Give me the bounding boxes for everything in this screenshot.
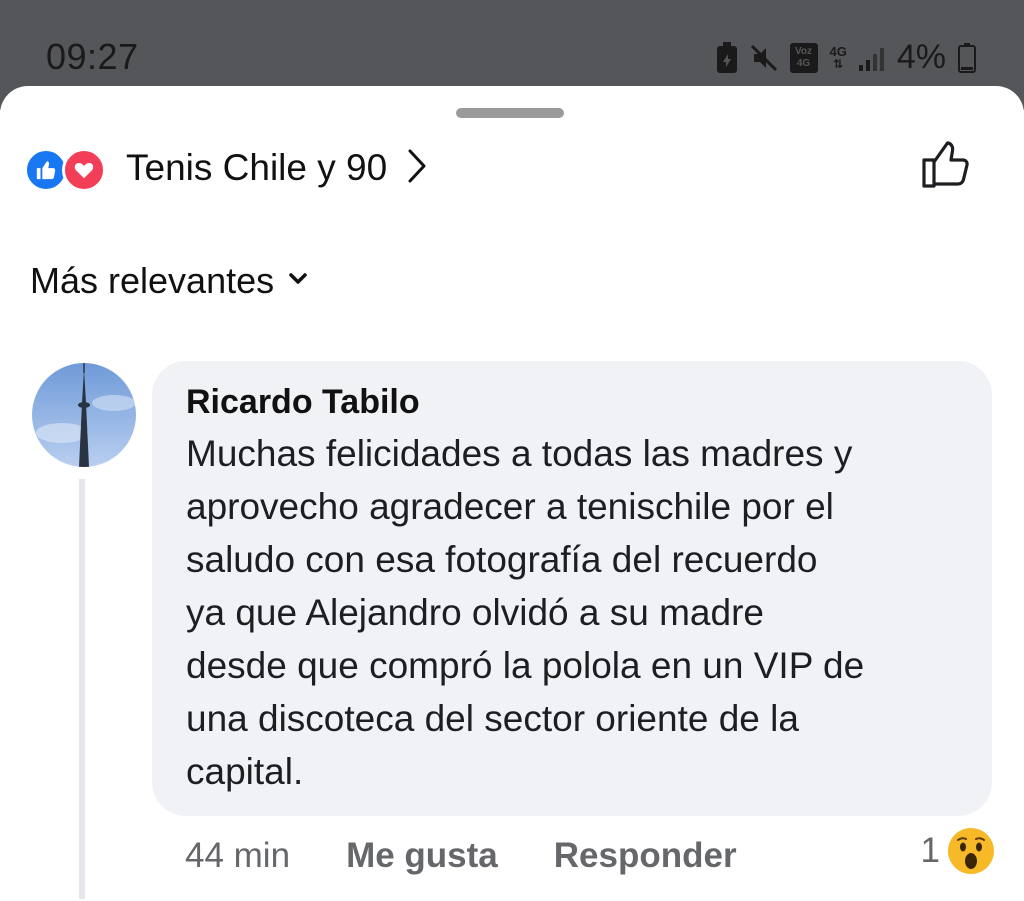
comment-text: Muchas felicidades a todas las madres y … (186, 427, 958, 798)
comment-author[interactable]: Ricardo Tabilo (186, 379, 958, 425)
battery-percent: 4% (896, 38, 946, 76)
comment-timestamp[interactable]: 44 min (185, 836, 290, 876)
comment-line: capital. (186, 751, 304, 792)
reaction-icons-group (24, 144, 120, 192)
love-reaction-icon (62, 148, 106, 192)
thread-line (79, 479, 85, 899)
data-4g-icon: 4G ⇅ (829, 43, 847, 71)
comment-line: desde que compró la polola en un VIP de (186, 645, 865, 686)
sort-label: Más relevantes (30, 260, 275, 301)
battery-icon (958, 42, 976, 73)
signal-icon (858, 45, 885, 71)
comment-reactions[interactable]: 1 (921, 828, 994, 874)
reactions-label: Tenis Chile y 90 (126, 147, 388, 188)
mute-icon (750, 44, 778, 72)
reaction-count: 1 (920, 831, 940, 870)
volte-label: Voz (794, 45, 813, 57)
like-outline-icon[interactable] (920, 138, 972, 195)
comment-line: aprovecho agradecer a tenischile por el (186, 486, 834, 527)
volte-icon: Voz 4G (789, 42, 818, 73)
battery-saver-icon (716, 41, 738, 74)
drag-handle[interactable] (456, 108, 564, 118)
comment-line: Muchas felicidades a todas las madres y (186, 433, 853, 474)
sort-dropdown[interactable]: Más relevantes (30, 260, 308, 302)
comment-line: ya que Alejandro olvidó a su madre (186, 592, 764, 633)
chevron-down-icon (288, 272, 308, 291)
comment-line: saludo con esa fotografía del recuerdo (186, 539, 818, 580)
like-button[interactable]: Me gusta (346, 836, 498, 876)
status-icons: Voz 4G 4G ⇅ 4% (716, 38, 976, 77)
reply-button[interactable]: Responder (554, 836, 737, 876)
comment-actions: 44 min Me gusta Responder (185, 831, 737, 881)
reactions-summary[interactable]: Tenis Chile y 90 (24, 142, 427, 194)
chevron-right-icon (407, 149, 427, 188)
comment-line: una discoteca del sector oriente de la (186, 698, 799, 739)
wow-reaction-icon (948, 828, 994, 874)
data-4g-label: 4G (829, 43, 847, 59)
status-time: 09:27 (46, 36, 139, 77)
comment-bubble[interactable]: Ricardo Tabilo Muchas felicidades a toda… (152, 361, 992, 816)
avatar[interactable] (32, 363, 136, 467)
volte-sub-label: 4G (796, 57, 811, 69)
reactions-sheet: Tenis Chile y 90 Más relevantes Ricardo … (0, 86, 1024, 901)
